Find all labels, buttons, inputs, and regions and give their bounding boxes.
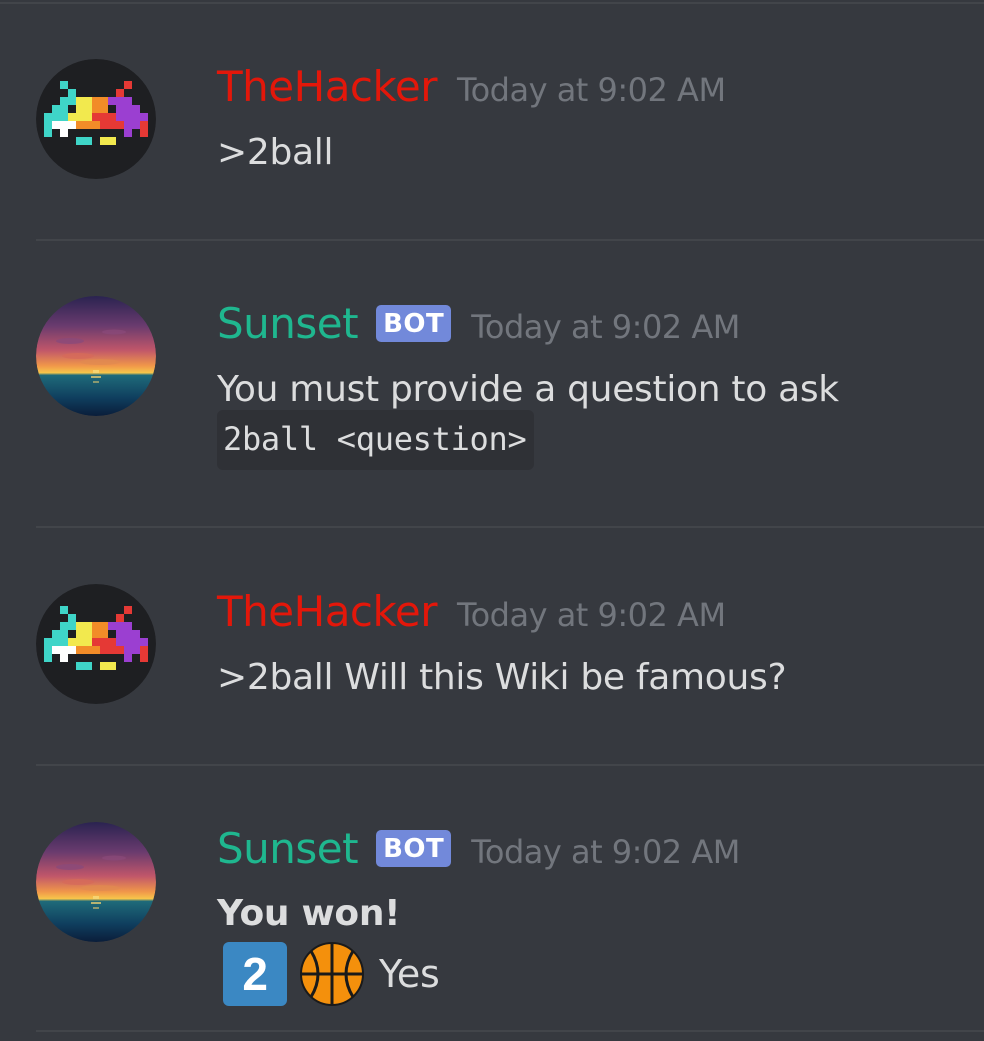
answer-text: Yes (379, 952, 440, 996)
timestamp: Today at 9:02 AM (456, 71, 726, 109)
divider (0, 2, 984, 4)
divider (36, 526, 984, 528)
message-text: >2ball Will this Wiki be famous? (217, 657, 787, 698)
divider (36, 239, 984, 241)
divider (36, 764, 984, 766)
avatar[interactable] (36, 296, 156, 416)
timestamp: Today at 9:02 AM (471, 833, 740, 871)
username[interactable]: TheHacker (217, 62, 437, 111)
username[interactable]: Sunset (217, 299, 359, 348)
timestamp: Today at 9:02 AM (456, 596, 726, 634)
username[interactable]: Sunset (217, 824, 359, 873)
avatar[interactable] (36, 822, 156, 942)
username[interactable]: TheHacker (217, 587, 437, 636)
avatar[interactable] (36, 584, 156, 704)
message-text: >2ball (217, 132, 334, 173)
avatar[interactable] (36, 59, 156, 179)
space-invader-icon (36, 584, 156, 704)
sunset-icon (36, 296, 156, 416)
result-line: 2 Yes (217, 941, 440, 1007)
message-text: You must provide a question to ask (217, 369, 839, 410)
result-title: You won! (217, 893, 401, 934)
bot-tag: BOT (376, 830, 452, 867)
code-line: 2ball <question> (217, 410, 535, 470)
bot-tag: BOT (376, 305, 452, 342)
keycap-two-icon: 2 (223, 942, 287, 1006)
timestamp: Today at 9:02 AM (471, 308, 740, 346)
sunset-icon (36, 822, 156, 942)
inline-code: 2ball <question> (217, 410, 535, 470)
divider (36, 1030, 984, 1032)
space-invader-icon (36, 59, 156, 179)
basketball-icon (300, 942, 364, 1006)
